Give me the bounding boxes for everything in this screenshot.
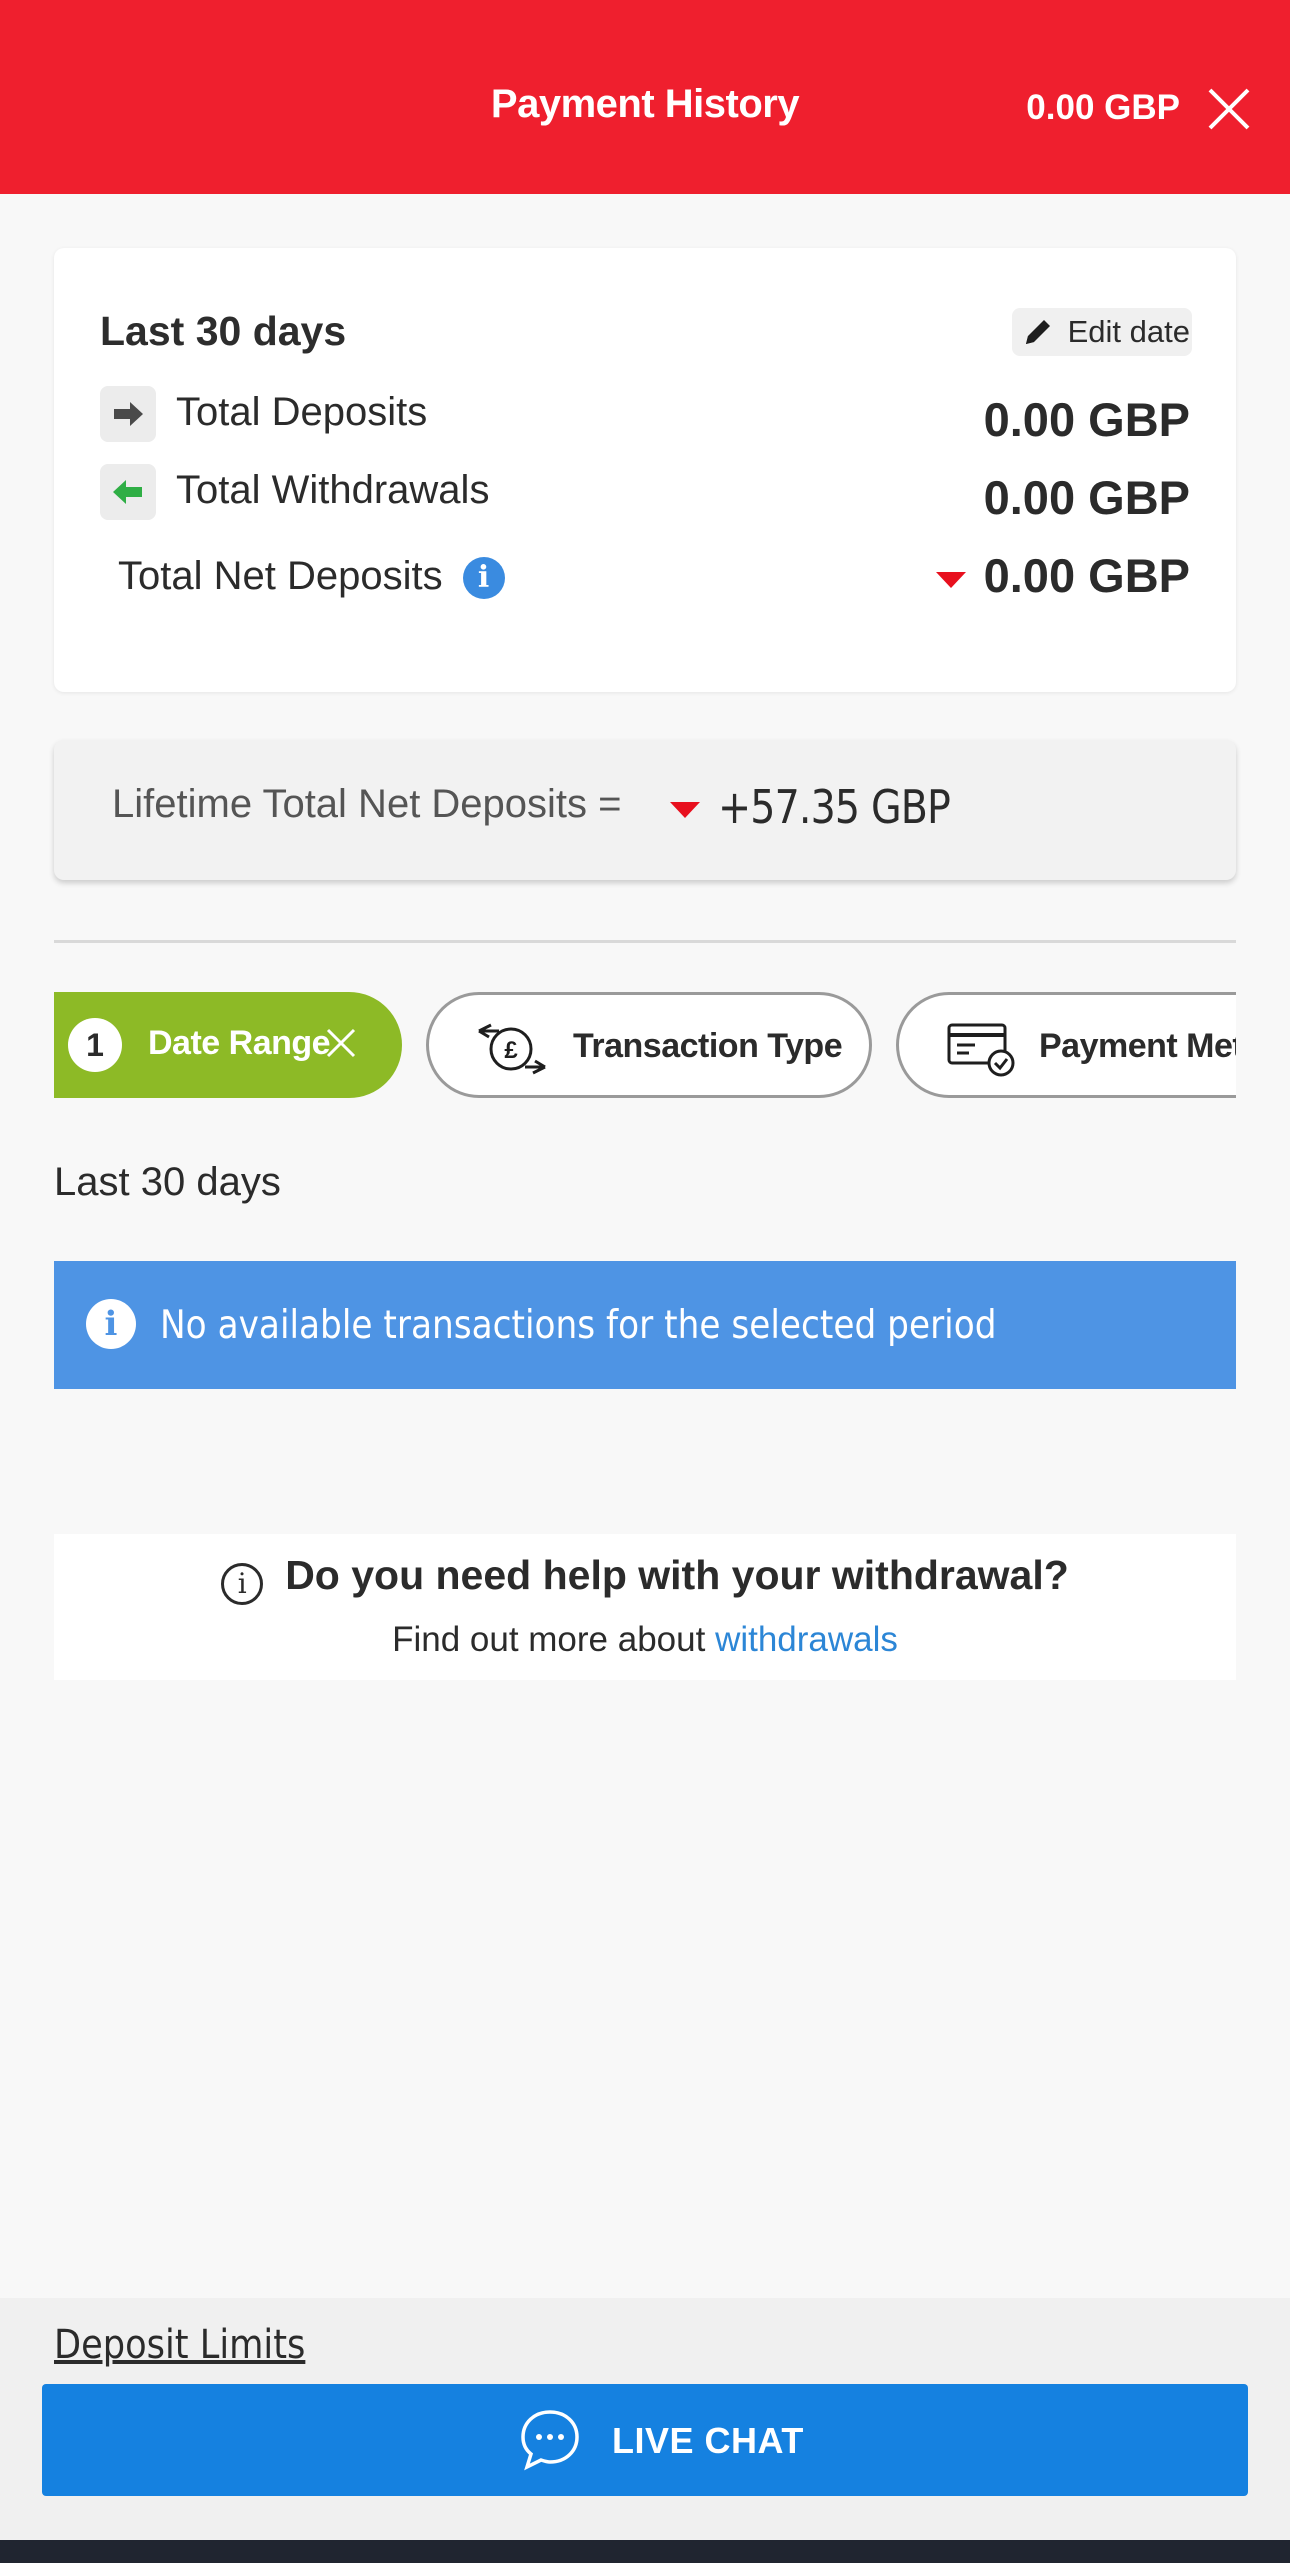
balance: 0.00 GBP <box>1026 88 1180 127</box>
info-icon: i <box>86 1299 136 1349</box>
edit-date-label: Edit date <box>1067 314 1190 349</box>
payment-method-filter[interactable]: Payment Method <box>896 992 1236 1098</box>
date-range-filter[interactable]: 1 Date Range <box>54 992 402 1098</box>
help-box: i Do you need help with your withdrawal? … <box>54 1534 1236 1680</box>
arrow-right-icon <box>100 386 156 442</box>
live-chat-button[interactable]: LIVE CHAT <box>42 2384 1248 2496</box>
total-withdrawals-label: Total Withdrawals <box>176 468 490 512</box>
chat-bubble-icon <box>521 2410 579 2471</box>
help-title: Do you need help with your withdrawal? <box>285 1552 1069 1598</box>
live-chat-label: LIVE CHAT <box>612 2420 804 2461</box>
total-deposits-row: Total Deposits 0.00 GBP <box>100 384 1190 446</box>
selected-period-label: Last 30 days <box>54 1160 281 1204</box>
lifetime-value: +57.35 GBP <box>718 780 951 834</box>
date-range-label: Date Range <box>148 1024 331 1062</box>
filter-chips: 1 Date Range £ Transaction Type Payment … <box>54 990 1236 1100</box>
transaction-type-filter[interactable]: £ Transaction Type <box>426 992 872 1098</box>
total-withdrawals-value: 0.00 GBP <box>983 471 1190 524</box>
withdrawals-link[interactable]: withdrawals <box>715 1620 898 1659</box>
edit-date-button[interactable]: Edit date <box>1011 308 1192 356</box>
transaction-type-label: Transaction Type <box>573 1027 843 1065</box>
info-banner: i No available transactions for the sele… <box>54 1261 1236 1389</box>
down-arrow-icon <box>670 802 700 818</box>
info-icon[interactable]: i <box>462 557 505 600</box>
currency-exchange-icon: £ <box>478 1023 546 1075</box>
lifetime-label: Lifetime Total Net Deposits = <box>112 782 622 826</box>
card-check-icon <box>947 1023 1015 1077</box>
info-outline-icon: i <box>221 1563 264 1605</box>
summary-card: Last 30 days Edit date Total Deposits 0.… <box>54 248 1236 692</box>
help-text: Find out more about <box>392 1620 706 1659</box>
close-icon[interactable] <box>1206 86 1252 132</box>
header: Payment History 0.00 GBP <box>0 0 1290 194</box>
svg-text:£: £ <box>504 1037 518 1064</box>
total-net-deposits-row: Total Net Deposits i 0.00 GBP <box>100 540 1190 602</box>
clear-filter-icon[interactable] <box>324 1026 358 1060</box>
lifetime-card: Lifetime Total Net Deposits = +57.35 GBP <box>54 740 1236 880</box>
system-bar <box>0 2540 1290 2563</box>
pencil-icon <box>1025 320 1050 344</box>
payment-method-label: Payment Method <box>1039 1027 1236 1065</box>
total-deposits-label: Total Deposits <box>176 390 428 434</box>
arrow-left-icon <box>100 464 156 520</box>
summary-period: Last 30 days <box>100 308 347 354</box>
down-arrow-icon <box>935 571 966 588</box>
total-net-deposits-label: Total Net Deposits <box>118 554 443 598</box>
filter-count-badge: 1 <box>68 1018 122 1072</box>
footer: Deposit Limits LIVE CHAT <box>0 2298 1290 2540</box>
deposit-limits-link[interactable]: Deposit Limits <box>54 2322 305 2368</box>
total-deposits-value: 0.00 GBP <box>983 393 1190 446</box>
divider <box>54 940 1236 943</box>
total-withdrawals-row: Total Withdrawals 0.00 GBP <box>100 462 1190 524</box>
info-banner-text: No available transactions for the select… <box>160 1303 997 1348</box>
total-net-deposits-value: 0.00 GBP <box>983 549 1190 602</box>
